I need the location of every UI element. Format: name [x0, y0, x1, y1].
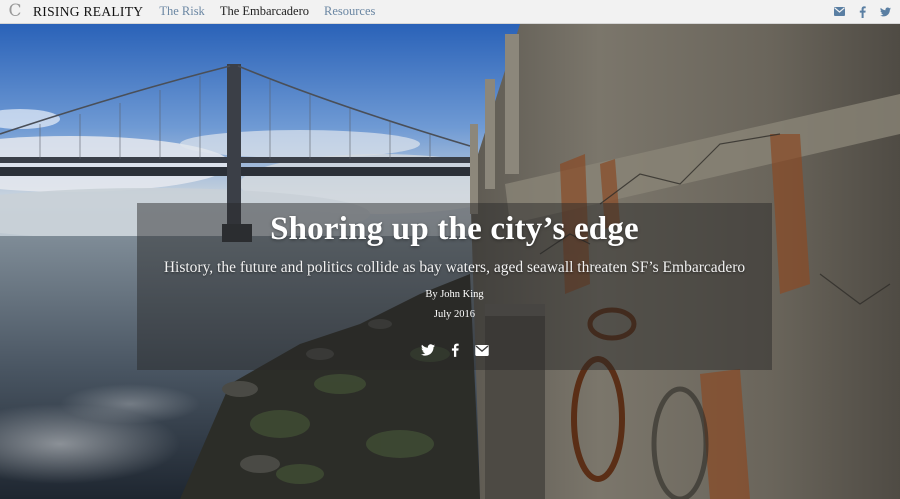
hero-section: Shoring up the city’s edge History, the … [0, 24, 900, 499]
envelope-icon[interactable] [474, 343, 489, 357]
nav-link-the-risk[interactable]: The Risk [159, 4, 204, 19]
article-date: July 2016 [433, 309, 476, 320]
top-share-buttons [834, 5, 891, 18]
facebook-icon[interactable] [857, 5, 868, 18]
headline-overlay: Shoring up the city’s edge History, the … [137, 203, 772, 370]
twitter-icon[interactable] [880, 6, 891, 17]
facebook-icon[interactable] [448, 343, 462, 357]
nav-link-resources[interactable]: Resources [324, 4, 375, 19]
twitter-icon[interactable] [420, 343, 435, 357]
article-headline: Shoring up the city’s edge [270, 211, 639, 247]
article-byline: By John King [425, 289, 484, 300]
series-title-link[interactable]: Rising Reality [33, 4, 143, 20]
hero-share-buttons [137, 343, 772, 357]
top-navigation-bar: C Rising Reality The Risk The Embarcader… [0, 0, 900, 24]
envelope-icon[interactable] [834, 6, 845, 17]
article-subheadline: History, the future and politics collide… [163, 259, 746, 276]
nav-link-the-embarcadero[interactable]: The Embarcadero [220, 4, 309, 19]
site-logo[interactable]: C [5, 2, 25, 22]
